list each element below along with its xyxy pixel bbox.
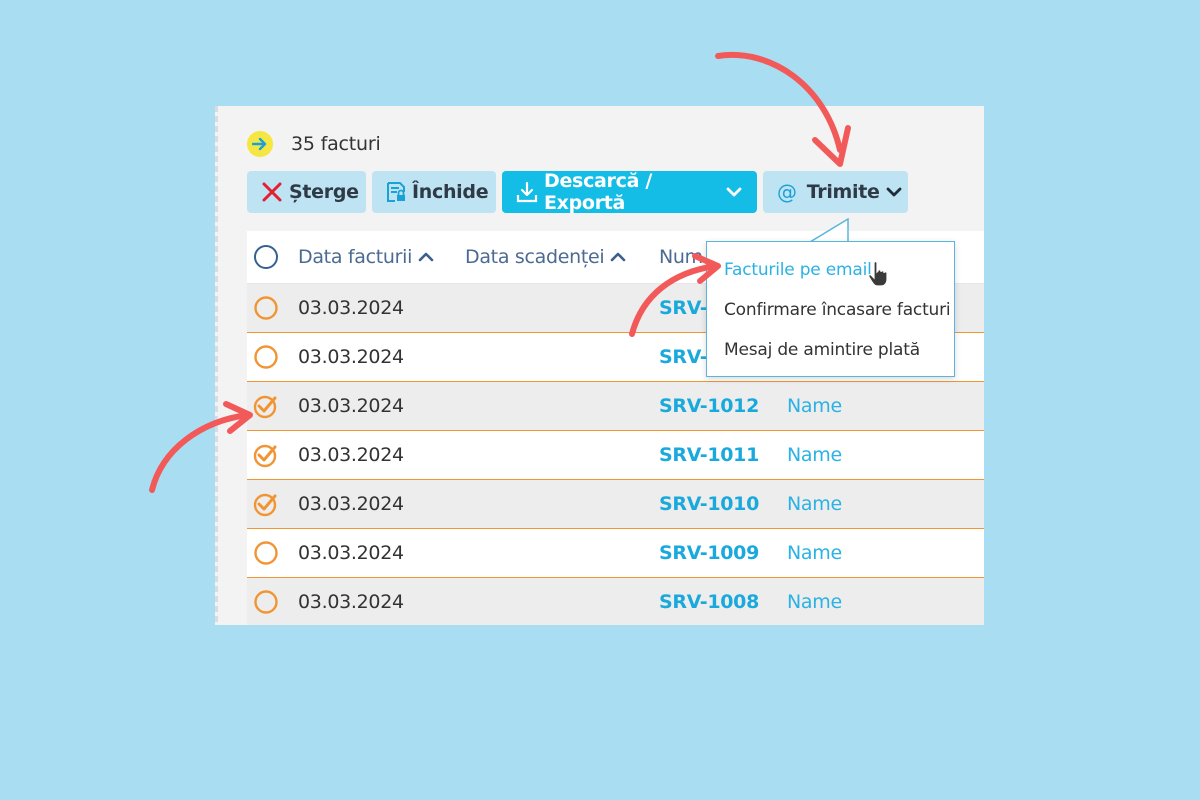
- row-checkbox[interactable]: [253, 284, 279, 332]
- close-label: Închide: [412, 181, 489, 203]
- arrow-right-icon[interactable]: [247, 131, 273, 157]
- invoice-date: 03.03.2024: [298, 542, 404, 564]
- table-row[interactable]: 03.03.2024 SRV-1009 Name: [247, 529, 984, 578]
- invoice-number-link[interactable]: SRV-: [659, 333, 708, 381]
- table-row[interactable]: 03.03.2024 SRV-1008 Name: [247, 578, 984, 625]
- client-name-link[interactable]: Name: [787, 480, 842, 528]
- row-checkbox[interactable]: [253, 382, 279, 430]
- column-invoice-date[interactable]: Data facturii: [298, 231, 434, 283]
- menu-item-payment-confirmation[interactable]: Confirmare încasare facturi: [724, 300, 951, 320]
- row-checkbox[interactable]: [253, 333, 279, 381]
- column-number-label: Num: [659, 246, 703, 268]
- invoice-count-text: 35 facturi: [291, 133, 381, 155]
- table-row[interactable]: 03.03.2024 SRV-1010 Name: [247, 480, 984, 529]
- column-due-date[interactable]: Data scadenței: [465, 231, 626, 283]
- send-button[interactable]: @ Trimite: [763, 171, 908, 213]
- table-row[interactable]: 03.03.2024 SRV-1012 Name: [247, 382, 984, 431]
- invoice-date: 03.03.2024: [298, 346, 404, 368]
- send-label: Trimite: [806, 181, 880, 203]
- menu-item-payment-reminder[interactable]: Mesaj de amintire plată: [724, 340, 920, 360]
- invoice-number-link[interactable]: SRV-1012: [659, 382, 759, 430]
- chevron-down-icon: [726, 186, 742, 198]
- column-invoice-date-label: Data facturii: [298, 246, 413, 268]
- column-due-date-label: Data scadenței: [465, 246, 605, 268]
- invoice-date: 03.03.2024: [298, 297, 404, 319]
- client-name-link[interactable]: Name: [787, 578, 842, 625]
- hand-cursor-icon: [868, 260, 888, 287]
- chevron-up-icon: [418, 251, 434, 263]
- x-icon: [261, 181, 283, 203]
- row-checkbox[interactable]: [253, 578, 279, 625]
- export-button[interactable]: Descarcă / Exportă: [502, 170, 757, 214]
- select-all-checkbox[interactable]: [253, 231, 279, 283]
- row-checkbox[interactable]: [253, 431, 279, 479]
- client-name-link[interactable]: Name: [787, 529, 842, 577]
- send-dropdown-menu: Facturile pe email Confirmare încasare f…: [706, 241, 955, 377]
- row-checkbox[interactable]: [253, 529, 279, 577]
- invoice-date: 03.03.2024: [298, 444, 404, 466]
- invoice-date: 03.03.2024: [298, 395, 404, 417]
- invoice-number-link[interactable]: SRV-: [659, 284, 708, 332]
- download-icon: [516, 181, 538, 203]
- chevron-down-icon: [886, 186, 902, 198]
- menu-item-email-invoices[interactable]: Facturile pe email: [724, 260, 872, 280]
- scroll-rail: [215, 106, 218, 625]
- chevron-up-icon: [610, 251, 626, 263]
- lock-doc-icon: [386, 181, 406, 203]
- invoice-count: 35 facturi: [247, 131, 381, 157]
- invoice-date: 03.03.2024: [298, 591, 404, 613]
- client-name-link[interactable]: Name: [787, 431, 842, 479]
- invoice-number-link[interactable]: SRV-1011: [659, 431, 759, 479]
- invoice-number-link[interactable]: SRV-1009: [659, 529, 759, 577]
- invoice-date: 03.03.2024: [298, 493, 404, 515]
- table-row[interactable]: 03.03.2024 SRV-1011 Name: [247, 431, 984, 480]
- column-number[interactable]: Num: [659, 231, 703, 283]
- close-invoices-button[interactable]: Închide: [372, 171, 496, 213]
- at-icon: @: [777, 180, 797, 204]
- invoice-number-link[interactable]: SRV-1008: [659, 578, 759, 625]
- delete-label: Șterge: [289, 181, 359, 203]
- client-name-link[interactable]: Name: [787, 382, 842, 430]
- row-checkbox[interactable]: [253, 480, 279, 528]
- delete-button[interactable]: Șterge: [247, 171, 366, 213]
- toolbar: Șterge Închide Descarcă / Exportă @ Trim…: [247, 170, 914, 214]
- export-label: Descarcă / Exportă: [544, 170, 653, 214]
- invoice-number-link[interactable]: SRV-1010: [659, 480, 759, 528]
